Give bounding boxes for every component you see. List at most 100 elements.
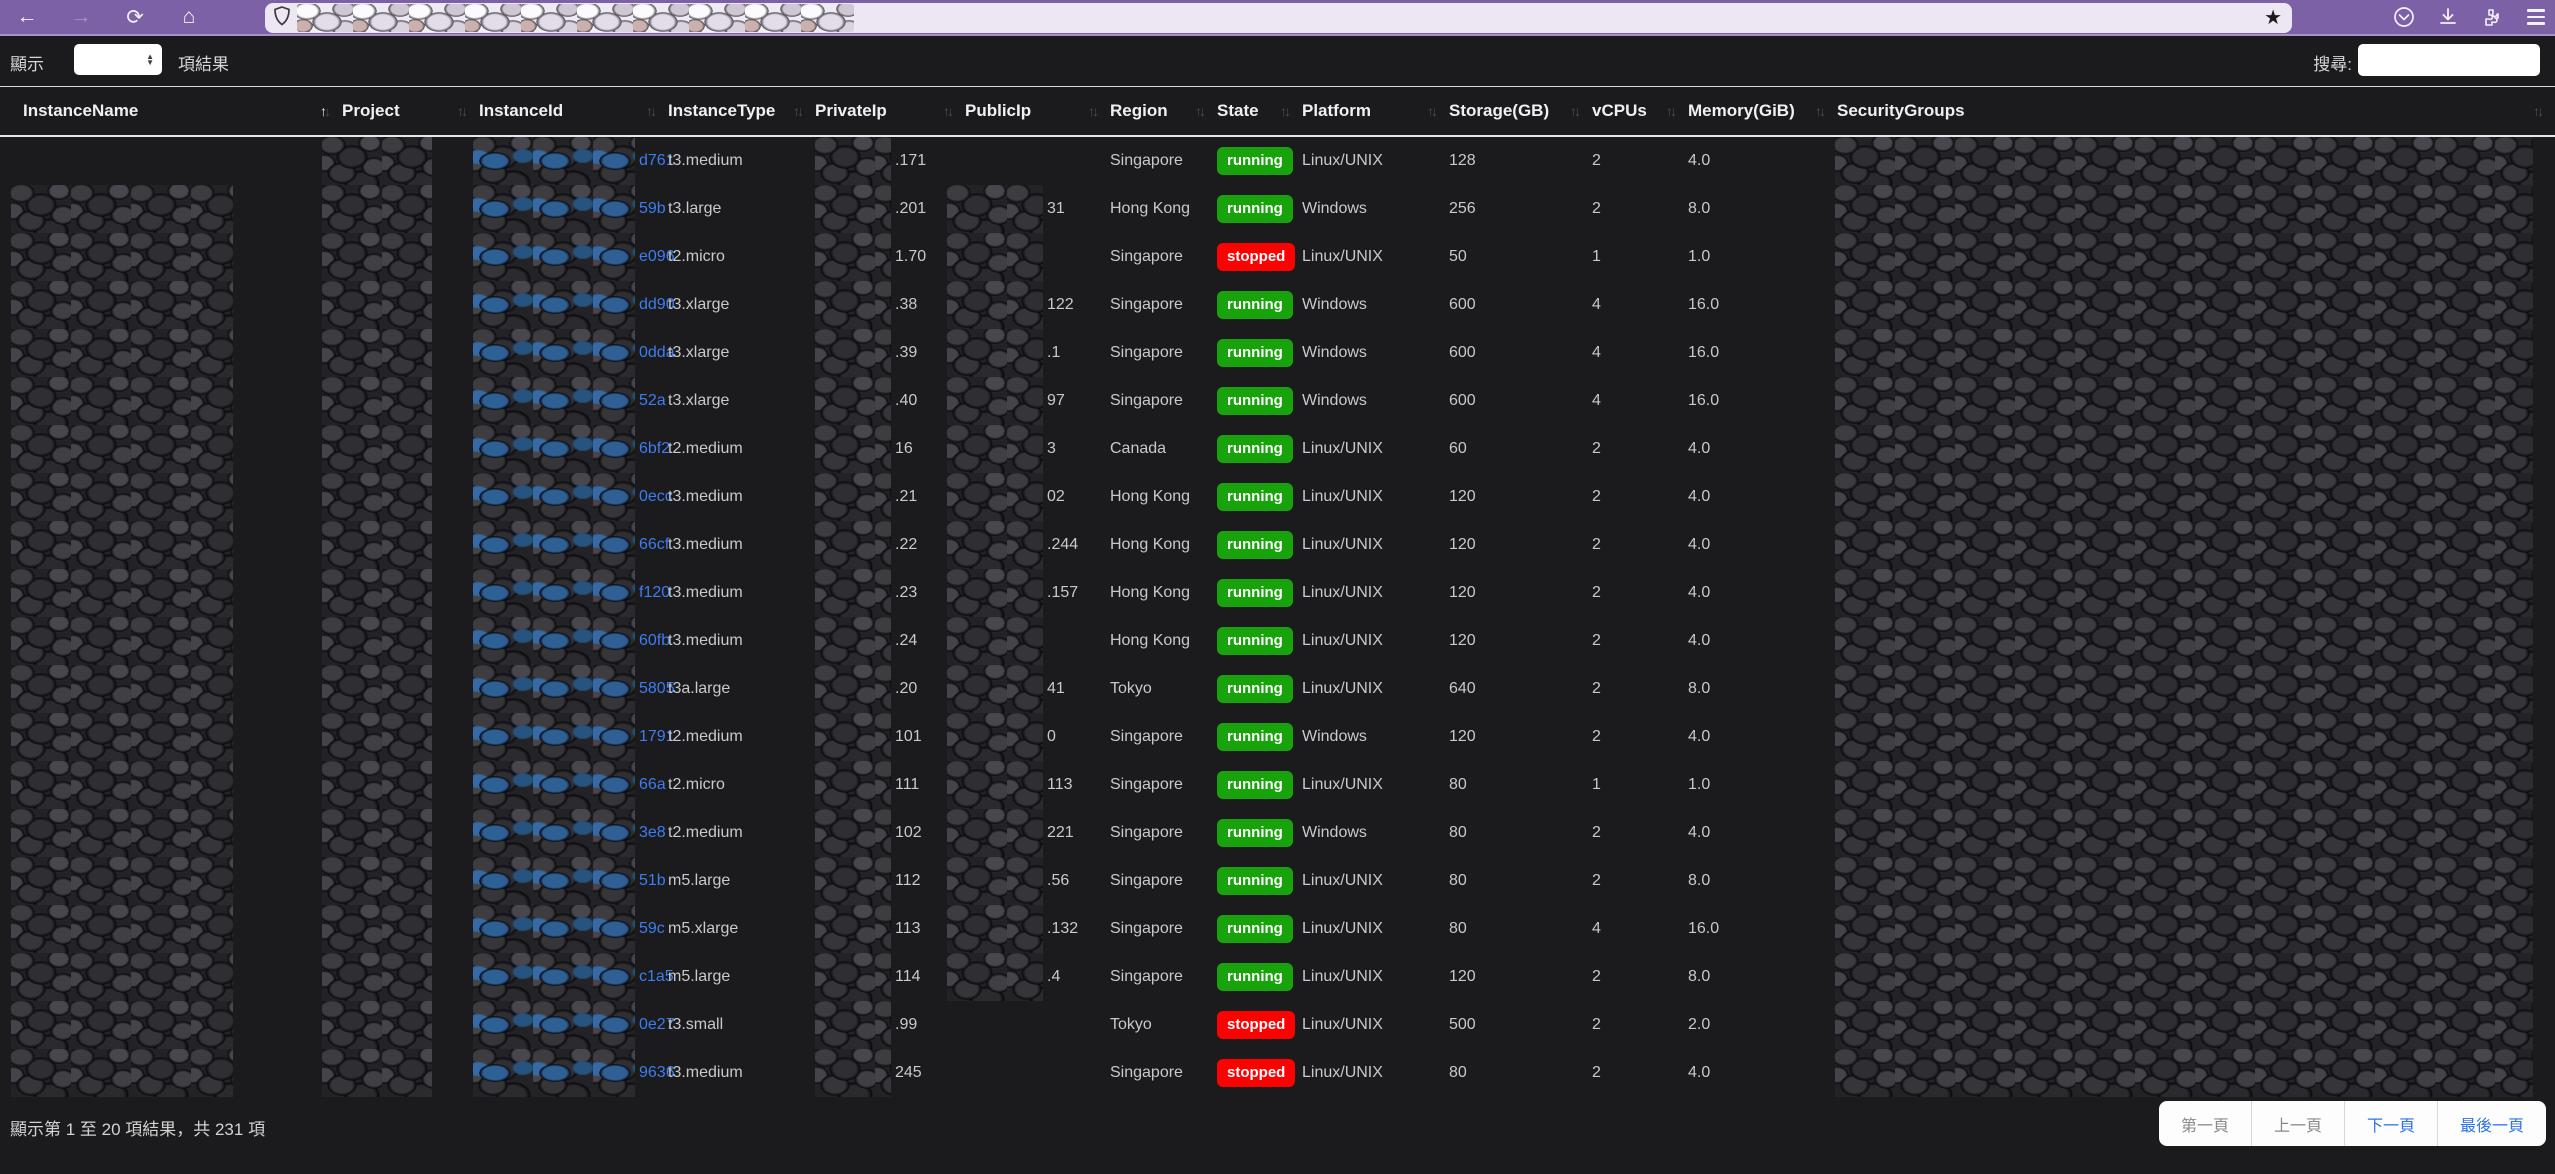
cell-public-ip: .56 [947,857,1110,905]
cell-storage: 80 [1449,857,1592,905]
cell-state: running [1217,137,1302,185]
vcpus-value: 2 [1592,824,1601,841]
column-header-label: Memory(GiB) [1688,101,1795,120]
column-header-instancename[interactable]: InstanceName [23,87,342,135]
instance-id-link[interactable]: 66a [639,776,666,794]
region-value: Singapore [1110,1064,1183,1081]
forward-icon[interactable]: → [66,4,96,30]
cell-private-ip: 112 [815,857,965,905]
instance-type-value: t2.medium [668,728,743,745]
instance-id-link[interactable]: 66cf [639,536,669,554]
home-icon[interactable]: ⌂ [174,4,204,30]
column-header-platform[interactable]: Platform [1302,87,1449,135]
redaction-mosaic [947,809,1043,857]
table-row: 60fb t3.medium .24 Hong Kong running Linux/UN… [0,617,2555,665]
vcpus-value: 2 [1592,200,1601,217]
cell-state: running [1217,953,1302,1001]
vcpus-value: 2 [1592,1064,1601,1081]
previous-page-button[interactable]: 上一頁 [2252,1101,2345,1146]
pocket-icon[interactable] [2391,4,2417,30]
cell-platform: Linux/UNIX [1302,617,1449,665]
redaction-mosaic [815,377,891,425]
instance-id-link[interactable]: f120 [639,584,670,602]
column-header-state[interactable]: State [1217,87,1302,135]
region-value: Singapore [1110,824,1183,841]
private-ip-value: 1.70 [895,248,927,265]
cell-instance-type: t3.medium [668,473,815,521]
cell-instance-id: 52a [473,377,668,425]
menu-icon[interactable] [2523,4,2549,30]
platform-value: Linux/UNIX [1302,248,1383,265]
instance-id-link[interactable]: 60fb [639,632,670,650]
reload-icon[interactable]: ⟳ [120,4,150,30]
back-icon[interactable]: ← [12,4,42,30]
cell-security-groups [1835,953,2555,1001]
redaction-mosaic [1835,137,2533,185]
vcpus-value: 2 [1592,632,1601,649]
cell-instance-type: t3.medium [668,569,815,617]
column-header-project[interactable]: Project [342,87,479,135]
url-bar[interactable]: ★ [265,3,2292,33]
page-length-select[interactable]: ▲ ▼ [74,44,162,75]
cell-platform: Linux/UNIX [1302,425,1449,473]
table-info-text: 顯示第 1 至 20 項結果，共 231 項 [10,1120,266,1139]
redaction-mosaic [322,521,432,569]
next-page-button[interactable]: 下一頁 [2345,1101,2438,1146]
column-header-vcpus[interactable]: vCPUs [1592,87,1688,135]
browser-toolbar: ← → ⟳ ⌂ ★ [0,0,2555,36]
public-ip-value: 0 [1047,728,1056,745]
cell-vcpus: 4 [1592,329,1688,377]
column-header-instancetype[interactable]: InstanceType [668,87,815,135]
memory-value: 1.0 [1688,248,1711,265]
table-row: 66cf t3.medium .22 .244 Hong Kong running Linu… [0,521,2555,569]
cell-public-ip [965,1049,1110,1097]
cell-security-groups [1835,809,2555,857]
region-value: Tokyo [1110,680,1152,697]
vcpus-value: 2 [1592,680,1601,697]
column-header-region[interactable]: Region [1110,87,1217,135]
redaction-mosaic [473,329,635,377]
column-header-privateip[interactable]: PrivateIp [815,87,965,135]
state-badge: running [1217,819,1293,847]
platform-value: Linux/UNIX [1302,920,1383,937]
instance-id-link[interactable]: 51b [639,872,666,890]
instance-id-link[interactable]: 59c [639,920,665,938]
region-value: Hong Kong [1110,632,1191,649]
redaction-mosaic [1835,953,2533,1001]
download-icon[interactable] [2435,4,2461,30]
bookmark-star-icon[interactable]: ★ [2264,8,2282,28]
instance-id-link[interactable]: 6bf2 [639,440,670,458]
cell-platform: Windows [1302,713,1449,761]
instance-type-value: t3.medium [668,536,743,553]
table-row: 0ecc t3.medium .21 02 Hong Kong running Linux/… [0,473,2555,521]
redaction-mosaic [473,281,635,329]
shield-icon[interactable] [273,5,291,31]
redaction-mosaic [473,857,635,905]
column-header-securitygroups[interactable]: SecurityGroups [1837,87,2555,135]
column-header-storagegb[interactable]: Storage(GB) [1449,87,1592,135]
vcpus-value: 2 [1592,968,1601,985]
cell-project [322,521,479,569]
redaction-mosaic [947,185,1043,233]
instance-id-link[interactable]: 59b [639,200,666,218]
public-ip-value: .1 [1047,344,1061,361]
column-header-publicip[interactable]: PublicIp [965,87,1110,135]
redaction-mosaic [11,1001,233,1049]
platform-value: Linux/UNIX [1302,1064,1383,1081]
column-header-instanceid[interactable]: InstanceId [479,87,668,135]
cell-public-ip: 113 [947,761,1110,809]
extensions-icon[interactable] [2479,4,2505,30]
sort-icon [451,103,465,119]
cell-memory: 4.0 [1688,1049,1837,1097]
storage-value: 50 [1449,248,1467,265]
first-page-button[interactable]: 第一頁 [2159,1101,2252,1146]
last-page-button[interactable]: 最後一頁 [2438,1101,2546,1146]
private-ip-value: .20 [895,680,918,697]
vcpus-value: 4 [1592,920,1601,937]
column-header-memorygib[interactable]: Memory(GiB) [1688,87,1837,135]
search-input[interactable] [2358,44,2540,76]
instance-id-link[interactable]: 3e8 [639,824,666,842]
instance-id-link[interactable]: 52a [639,392,666,410]
cell-vcpus: 4 [1592,377,1688,425]
cell-storage: 120 [1449,713,1592,761]
